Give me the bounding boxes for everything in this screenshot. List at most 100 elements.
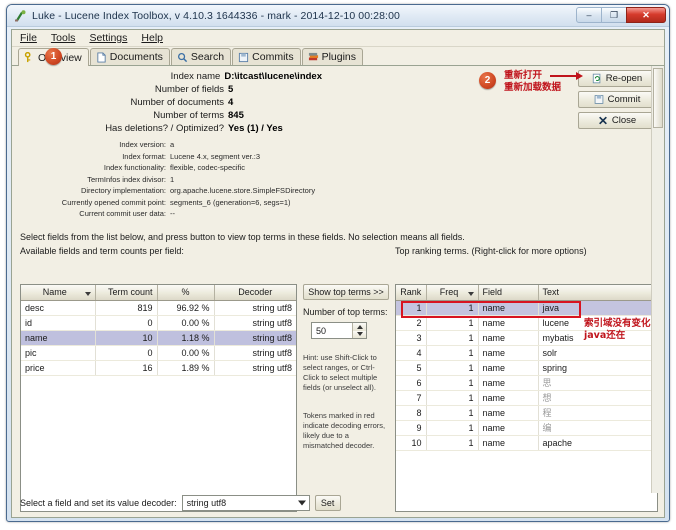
table-row[interactable]: 1 1 name java: [396, 300, 657, 316]
field-term-count: 16: [95, 360, 158, 376]
top-ranking-terms-label: Top ranking terms. (Right-click for more…: [395, 246, 587, 256]
table-row[interactable]: id 0 0.00 % string utf8: [21, 315, 296, 331]
reopen-icon: [592, 73, 601, 84]
term-field: name: [478, 300, 539, 316]
key-icon: [24, 52, 31, 63]
value-terminfos-divisor: 1: [170, 174, 175, 184]
overview-row-num-documents: Number of documents 4: [12, 96, 322, 109]
table-row[interactable]: 6 1 name 思: [396, 375, 657, 391]
terms-col-field[interactable]: Field: [478, 285, 539, 301]
term-rank: 4: [396, 345, 427, 361]
field-name: id: [21, 315, 96, 331]
stepper-up-button[interactable]: [353, 323, 366, 331]
menu-help[interactable]: Help: [139, 32, 165, 44]
number-of-top-terms-label: Number of top terms:: [303, 307, 388, 317]
terms-col-freq[interactable]: Freq: [426, 285, 479, 301]
menu-settings[interactable]: Settings: [87, 32, 129, 44]
table-row[interactable]: 5 1 name spring: [396, 360, 657, 376]
table-row[interactable]: 7 1 name 想: [396, 390, 657, 406]
fields-col-pct[interactable]: %: [157, 285, 215, 301]
field-name: desc: [21, 300, 96, 316]
tab-search[interactable]: Search: [170, 48, 232, 65]
terms-col-text[interactable]: Text: [538, 285, 657, 301]
terms-col-rank[interactable]: Rank: [396, 285, 427, 301]
table-row[interactable]: pic 0 0.00 % string utf8: [21, 345, 296, 361]
commit-button[interactable]: Commit: [578, 91, 656, 108]
table-row[interactable]: price 16 1.89 % string utf8: [21, 360, 296, 376]
value-index-format: Lucene 4.x, segment ver.:3: [170, 151, 261, 161]
main-scrollbar[interactable]: [651, 66, 664, 493]
term-field: name: [478, 435, 539, 451]
field-term-count: 10: [95, 330, 158, 346]
reopen-button-label: Re-open: [605, 73, 643, 84]
field-pct: 96.92 %: [157, 300, 215, 316]
annotation-arrow-head: [576, 72, 583, 80]
maximize-button[interactable]: ❐: [601, 7, 627, 23]
term-freq: 1: [426, 360, 479, 376]
term-rank: 10: [396, 435, 427, 451]
number-of-top-terms-value[interactable]: 50: [312, 323, 352, 338]
overview-row-num-terms: Number of terms 845: [12, 109, 322, 122]
value-commit-user-data: --: [170, 209, 175, 218]
show-top-terms-button[interactable]: Show top terms >>: [303, 284, 389, 300]
table-row[interactable]: name 10 1.18 % string utf8: [21, 330, 296, 346]
main-scrollbar-thumb[interactable]: [653, 68, 663, 128]
term-field: name: [478, 420, 539, 436]
annotation-reopen-line1: 重新打开: [504, 70, 543, 81]
stepper-down-button[interactable]: [353, 330, 366, 338]
hint-decoding-errors: Tokens marked in red indicate decoding e…: [303, 411, 386, 450]
term-freq: 1: [426, 315, 479, 331]
term-freq: 1: [426, 435, 479, 451]
reopen-button[interactable]: Re-open: [578, 70, 656, 87]
set-decoder-button[interactable]: Set: [314, 495, 341, 511]
number-of-top-terms-stepper[interactable]: 50: [311, 322, 367, 339]
table-row[interactable]: 8 1 name 程: [396, 405, 657, 421]
term-freq: 1: [426, 300, 479, 316]
table-row[interactable]: 10 1 name apache: [396, 435, 657, 451]
decoder-select-value: string utf8: [186, 498, 227, 508]
minimize-button[interactable]: –: [576, 7, 602, 23]
top-terms-controls: Show top terms >> Number of top terms: 5…: [303, 284, 389, 512]
fields-table[interactable]: Name Term count % Decoder desc 819 96.92…: [20, 284, 297, 512]
hint-select-fields: Hint: use Shift-Click to select ranges, …: [303, 353, 378, 392]
term-field: name: [478, 360, 539, 376]
tab-plugins[interactable]: Plugins: [301, 48, 364, 65]
table-row[interactable]: 4 1 name solr: [396, 345, 657, 361]
table-row[interactable]: 9 1 name 编: [396, 420, 657, 436]
fields-col-decoder[interactable]: Decoder: [214, 285, 296, 301]
terms-col-freq-label: Freq: [439, 287, 459, 298]
sort-caret-icon: [84, 292, 91, 297]
annotation-terms-line2: java还在: [584, 330, 626, 341]
term-text: solr: [538, 345, 657, 361]
decoder-bar-label: Select a field and set its value decoder…: [20, 498, 177, 508]
save-icon: [239, 52, 249, 62]
fields-col-name[interactable]: Name: [21, 285, 96, 301]
overview-row-num-fields: Number of fields 5: [12, 83, 322, 96]
chevron-down-icon: [297, 500, 306, 506]
label-index-format: Index format:: [122, 151, 166, 161]
term-freq: 1: [426, 375, 479, 391]
sort-caret-icon: [467, 292, 474, 297]
value-directory-impl: org.apache.lucene.store.SimpleFSDirector…: [170, 186, 316, 195]
overview-row-commit-point: Currently opened commit point: segments_…: [12, 197, 342, 209]
value-index-name: D:\itcast\lucene\index: [224, 71, 322, 82]
close-button[interactable]: ✕: [626, 7, 666, 23]
fields-table-grid: Name Term count % Decoder desc 819 96.92…: [21, 285, 296, 376]
value-deletions: Yes (1) / Yes: [228, 123, 283, 134]
fields-col-term-count[interactable]: Term count: [95, 285, 158, 301]
tab-commits[interactable]: Commits: [232, 48, 301, 65]
menu-file[interactable]: File: [18, 32, 39, 44]
menu-tools[interactable]: Tools: [49, 32, 78, 44]
decoder-select[interactable]: string utf8: [181, 495, 310, 511]
close-index-button[interactable]: Close: [578, 112, 656, 129]
label-num-terms: Number of terms: [153, 110, 224, 121]
field-decoder: string utf8: [214, 345, 296, 361]
term-text: 编: [538, 420, 657, 436]
tab-documents[interactable]: Documents: [89, 48, 170, 65]
maximize-icon: ❐: [609, 9, 619, 20]
select-fields-instruction: Select fields from the list below, and p…: [20, 232, 465, 242]
table-row[interactable]: desc 819 96.92 % string utf8: [21, 300, 296, 316]
term-text: java: [538, 300, 657, 316]
menu-bar: File Tools Settings Help: [12, 30, 664, 47]
menu-settings-label: Settings: [89, 32, 128, 44]
